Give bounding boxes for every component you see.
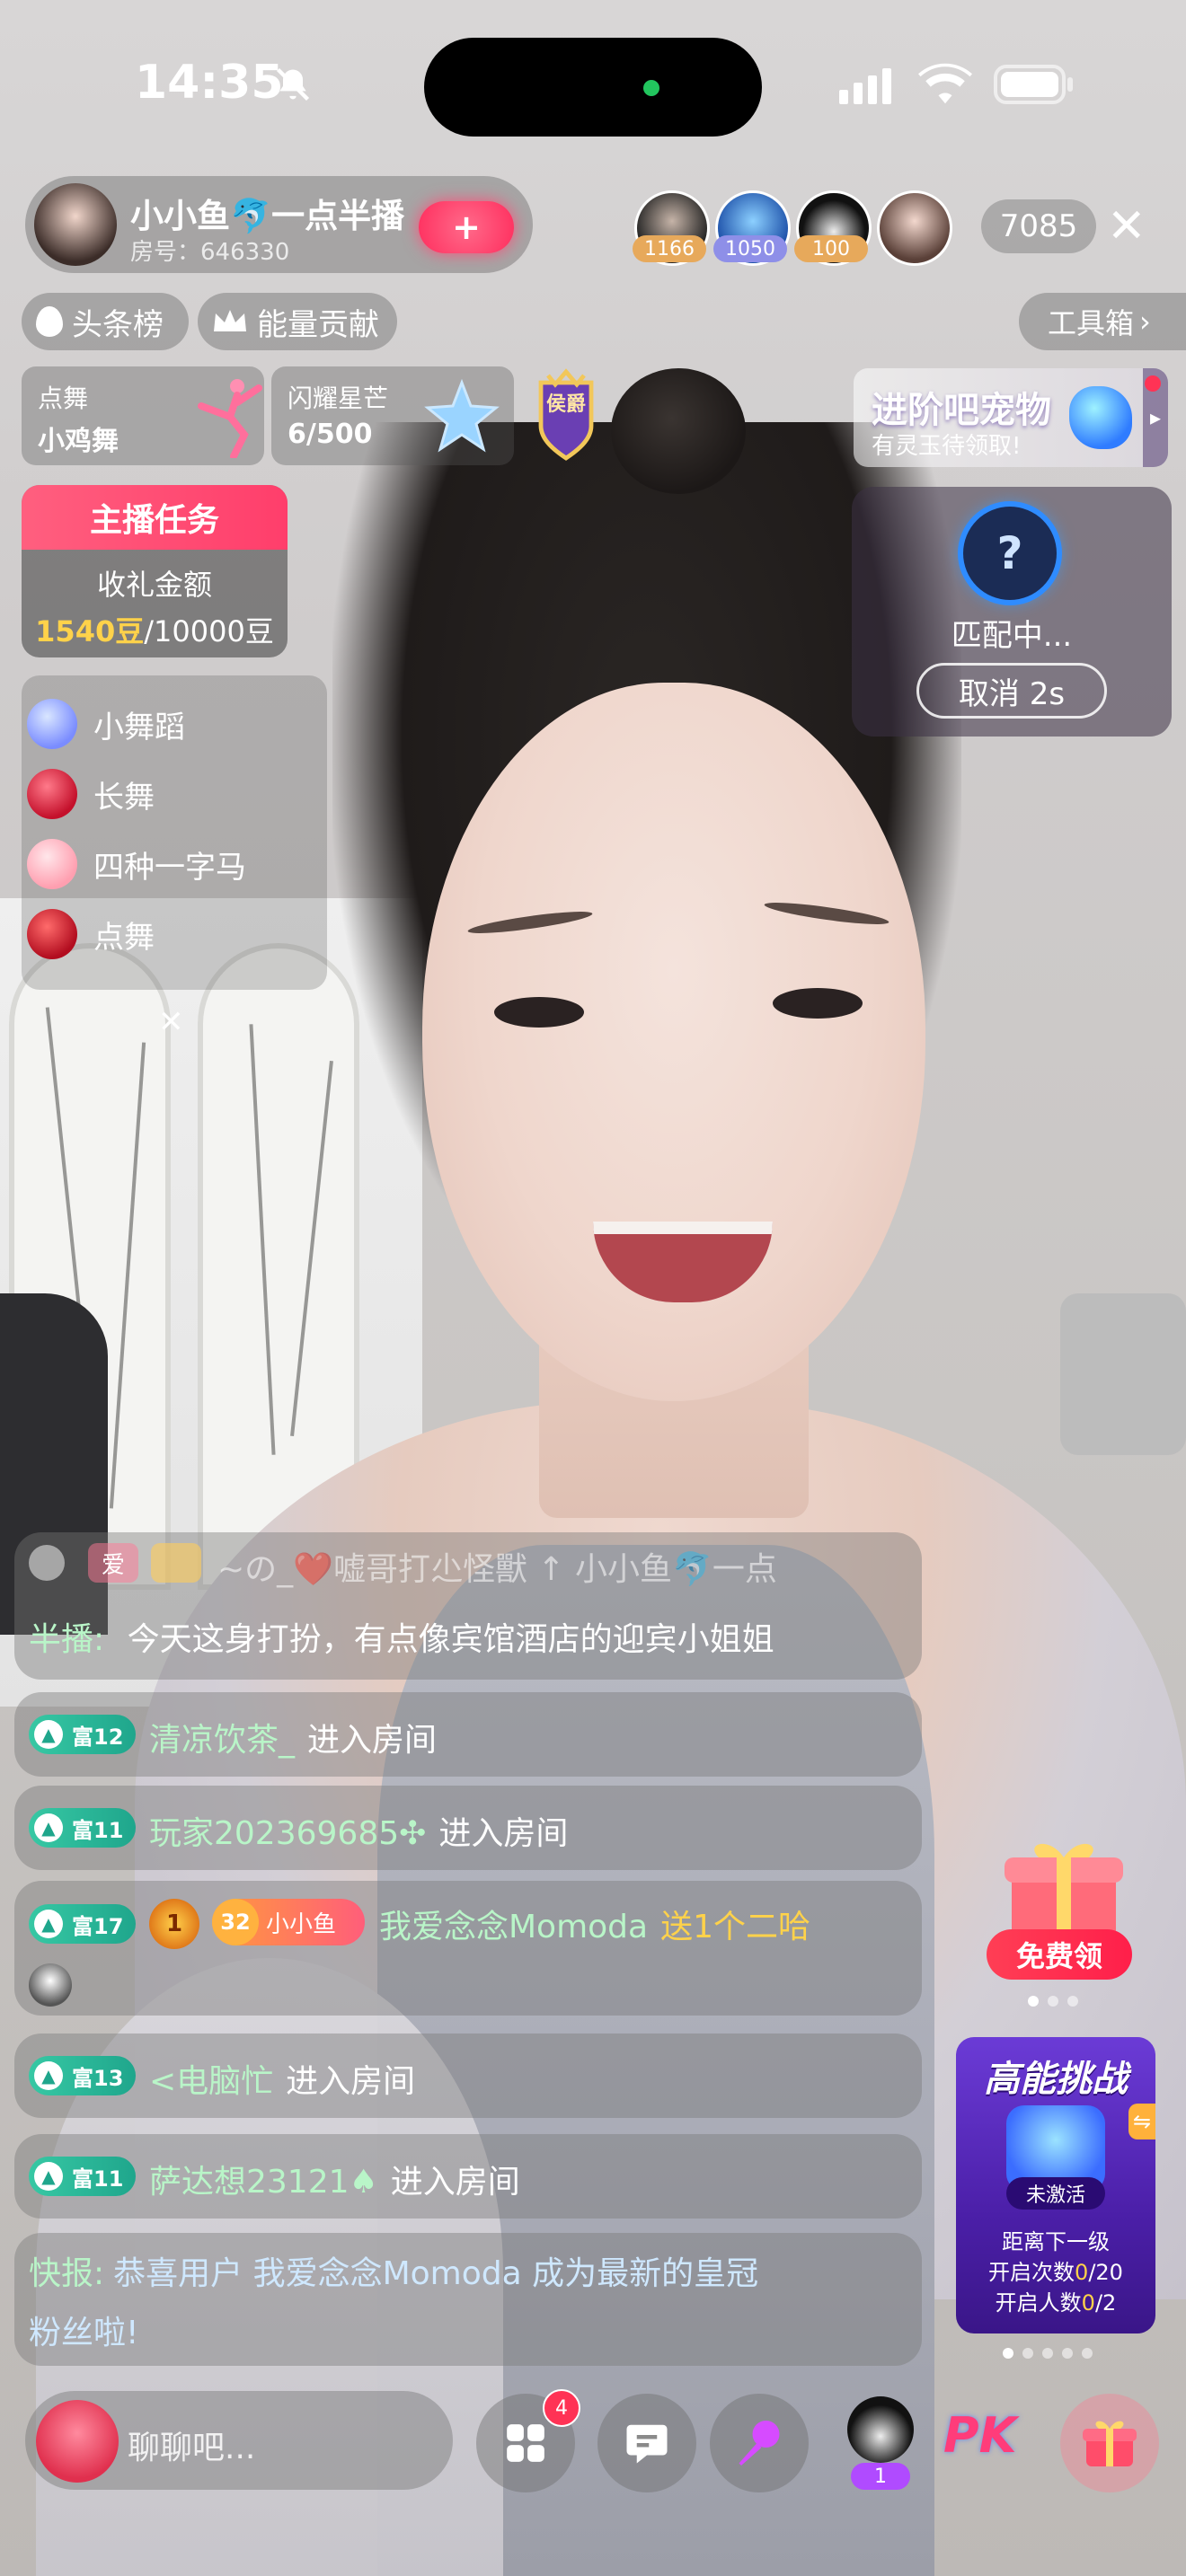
level-triangle-icon: ▲ bbox=[34, 1910, 63, 1938]
silent-bell-icon bbox=[276, 67, 310, 101]
headline-rank-chip[interactable]: 头条榜 bbox=[22, 293, 189, 350]
fan-club-badge: 32 小小鱼 bbox=[212, 1899, 365, 1945]
pk-match-card: ? 匹配中... 取消 2s bbox=[852, 487, 1172, 737]
gift-button[interactable] bbox=[1060, 2394, 1159, 2492]
wealth-level-badge: ▲ 富11 bbox=[29, 1808, 137, 1848]
camera-indicator bbox=[643, 80, 659, 96]
microphone-icon bbox=[739, 2421, 780, 2466]
pk-button[interactable]: PK bbox=[943, 2407, 1042, 2479]
bunny-icon bbox=[27, 839, 77, 889]
chat-message[interactable]: ▲ 富11 玩家202369685✣ 进入房间 bbox=[14, 1786, 922, 1870]
wealth-level-badge: ▲ 富11 bbox=[29, 2157, 137, 2196]
streamer-eye bbox=[494, 997, 584, 1028]
guest-link-button[interactable]: 1 bbox=[831, 2391, 930, 2490]
viewer-count[interactable]: 7085 bbox=[981, 199, 1096, 253]
dynamic-island bbox=[424, 38, 762, 137]
red-lips-icon bbox=[27, 769, 77, 819]
dancer-icon bbox=[198, 379, 262, 458]
droplet-icon bbox=[36, 306, 63, 337]
avatar-badge-icon bbox=[29, 1545, 65, 1581]
close-icon[interactable]: ✕ bbox=[158, 1004, 184, 1040]
chat-message[interactable]: ▲ 富12 清凉饮茶_ 进入房间 bbox=[14, 1692, 922, 1777]
chat-input[interactable]: 聊聊吧... bbox=[25, 2391, 453, 2490]
energy-contribution-chip[interactable]: 能量贡献 bbox=[198, 293, 397, 350]
swap-icon[interactable]: ⇋ bbox=[1128, 2104, 1155, 2139]
viewer-rank-badge: 100 bbox=[794, 235, 868, 262]
guest-count-badge: 1 bbox=[851, 2463, 910, 2490]
host-avatar[interactable] bbox=[34, 183, 117, 266]
cellular-signal-icon bbox=[839, 68, 891, 104]
wealth-level-badge: ▲ 富12 bbox=[29, 1715, 137, 1754]
notification-badge: 4 bbox=[543, 2389, 580, 2427]
rank-medal-icon: 1 bbox=[149, 1899, 199, 1949]
wealth-level-badge: ▲ 富13 bbox=[29, 2056, 137, 2095]
viewer-rank-badge: 1050 bbox=[713, 235, 787, 262]
match-status: 匹配中... bbox=[951, 618, 1073, 654]
chair bbox=[1060, 1293, 1186, 1455]
live-stream-screen: 14:35 小小鱼🐬一点半播 房号：646330 + 1166 1050 100… bbox=[0, 0, 1186, 2576]
user-card-icon bbox=[151, 1543, 201, 1583]
close-icon[interactable]: ✕ bbox=[1107, 199, 1146, 253]
jade-gem-icon bbox=[1069, 386, 1132, 449]
chat-message[interactable]: 爱 ~の_❤️嘘哥打尐怪獸 ↑ 小小鱼🐬一点 半播: 今天这身打扮，有点像宾馆酒… bbox=[14, 1532, 922, 1680]
chat-gift-message[interactable]: ▲ 富17 1 32 小小鱼 我爱念念Momoda 送1个二哈 bbox=[14, 1881, 922, 2016]
grid-icon bbox=[507, 2424, 544, 2462]
streamer-hair-bun bbox=[611, 368, 746, 494]
host-name: 小小鱼🐬一点半播 bbox=[130, 197, 405, 235]
follow-button[interactable]: + bbox=[419, 201, 514, 253]
notification-dot bbox=[1145, 375, 1161, 392]
gift-item[interactable]: 小舞蹈 bbox=[27, 697, 185, 751]
gift-item[interactable]: 长舞 bbox=[27, 767, 155, 821]
heart-level-icon: 32 bbox=[212, 1899, 259, 1945]
shining-star-card[interactable]: 闪耀星芒 6/500 bbox=[271, 366, 514, 465]
husky-gift-icon bbox=[29, 1963, 72, 2007]
host-task-label: 收礼金额 bbox=[96, 568, 212, 602]
love-badge: 爱 bbox=[88, 1543, 138, 1583]
level-triangle-icon: ▲ bbox=[34, 1720, 63, 1749]
chevron-right-icon: › bbox=[1139, 304, 1151, 339]
guest-avatar bbox=[847, 2396, 914, 2463]
level-triangle-icon: ▲ bbox=[34, 2162, 63, 2191]
battery-icon bbox=[994, 65, 1073, 104]
free-claim-button[interactable]: 免费领 bbox=[987, 1929, 1132, 1980]
carousel-dots bbox=[1028, 1996, 1078, 2007]
host-task-progress: 1540豆/10000豆 bbox=[35, 614, 274, 648]
robot-assistant-icon[interactable] bbox=[36, 2400, 119, 2483]
status-time: 14:35 bbox=[135, 56, 284, 110]
level-triangle-icon: ▲ bbox=[34, 1813, 63, 1842]
flash-news-message[interactable]: 快报: 恭喜用户 我爱念念Momoda 成为最新的皇冠 粉丝啦! bbox=[14, 2233, 922, 2366]
chat-message[interactable]: ▲ 富11 萨达想23121♠ 进入房间 bbox=[14, 2134, 922, 2219]
room-number: 房号：646330 bbox=[130, 239, 290, 266]
streamer-eye bbox=[773, 988, 863, 1019]
question-mark-icon: ? bbox=[963, 507, 1057, 600]
wealth-level-badge: ▲ 富17 bbox=[29, 1904, 137, 1944]
song-request-card[interactable]: 点舞 小鸡舞 bbox=[22, 366, 264, 465]
microphone-button[interactable] bbox=[710, 2394, 809, 2492]
host-task-card[interactable]: 主播任务 收礼金额 1540豆/10000豆 bbox=[22, 485, 288, 657]
level-triangle-icon: ▲ bbox=[34, 2061, 63, 2090]
gift-item[interactable]: 四种一字马 bbox=[27, 837, 246, 891]
gift-icon bbox=[1083, 2421, 1137, 2466]
high-energy-challenge-card[interactable]: 高能挑战 ⇋ 未激活 距离下一级 开启次数0/20 开启人数0/2 bbox=[956, 2037, 1155, 2333]
message-button[interactable] bbox=[597, 2394, 696, 2492]
star-burst-icon bbox=[424, 379, 500, 453]
pet-upgrade-banner[interactable]: 进阶吧宠物 有灵玉待领取! ▸ bbox=[854, 368, 1168, 467]
viewer-rank-badge: 1166 bbox=[633, 235, 706, 262]
wifi-icon bbox=[918, 63, 972, 104]
marquis-rank-badge[interactable]: 侯爵 bbox=[530, 368, 602, 462]
challenge-state: 未激活 bbox=[1006, 2177, 1105, 2210]
toolbox-button[interactable]: 工具箱 › bbox=[1019, 293, 1186, 350]
chat-message[interactable]: ▲ 富13 <电脑忙 进入房间 bbox=[14, 2033, 922, 2118]
crystal-shoe-icon bbox=[27, 699, 77, 749]
cancel-match-button[interactable]: 取消 2s bbox=[916, 663, 1107, 719]
chat-bubble-icon bbox=[626, 2424, 668, 2464]
gift-item[interactable]: 点舞 bbox=[27, 907, 155, 961]
carousel-dots bbox=[1003, 2348, 1093, 2359]
host-task-title: 主播任务 bbox=[22, 485, 288, 550]
viewer-avatar[interactable] bbox=[877, 190, 952, 266]
crown-icon bbox=[214, 310, 246, 331]
red-car-icon bbox=[27, 909, 77, 959]
